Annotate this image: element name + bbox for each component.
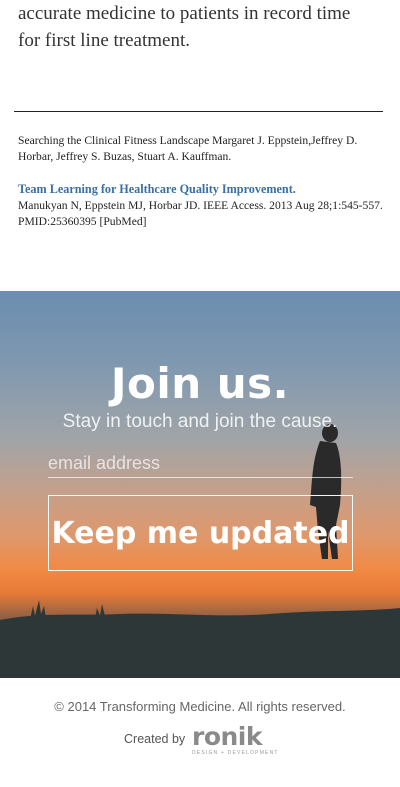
article-text: accurate medicine to patients in record … (18, 0, 388, 54)
ronik-tagline: DESIGN + DEVELOPMENT (192, 750, 279, 756)
references: Searching the Clinical Fitness Landscape… (18, 133, 390, 230)
signup-heading: Join us. (110, 359, 290, 408)
divider (14, 111, 383, 112)
keep-me-updated-button[interactable]: Keep me updated (48, 495, 353, 571)
footer: © 2014 Transforming Medicine. All rights… (0, 678, 400, 787)
created-by-label: Created by (124, 732, 186, 746)
signup-subheading: Stay in touch and join the cause. (62, 411, 338, 432)
article-line-1: accurate medicine to patients in record … (18, 3, 351, 24)
reference-1: Searching the Clinical Fitness Landscape… (18, 134, 358, 163)
reference-2-link[interactable]: Team Learning for Healthcare Quality Imp… (18, 181, 390, 197)
email-input[interactable] (48, 449, 353, 478)
ronik-logo[interactable]: ronik (192, 722, 263, 751)
reference-2-body: Manukyan N, Eppstein MJ, Horbar JD. IEEE… (18, 199, 383, 228)
article-line-2: for first line treatment. (18, 30, 190, 51)
copyright-text: © 2014 Transforming Medicine. All rights… (54, 699, 346, 714)
signup-section: Join us. Stay in touch and join the caus… (0, 291, 400, 678)
sunset-silhouette (0, 600, 400, 678)
